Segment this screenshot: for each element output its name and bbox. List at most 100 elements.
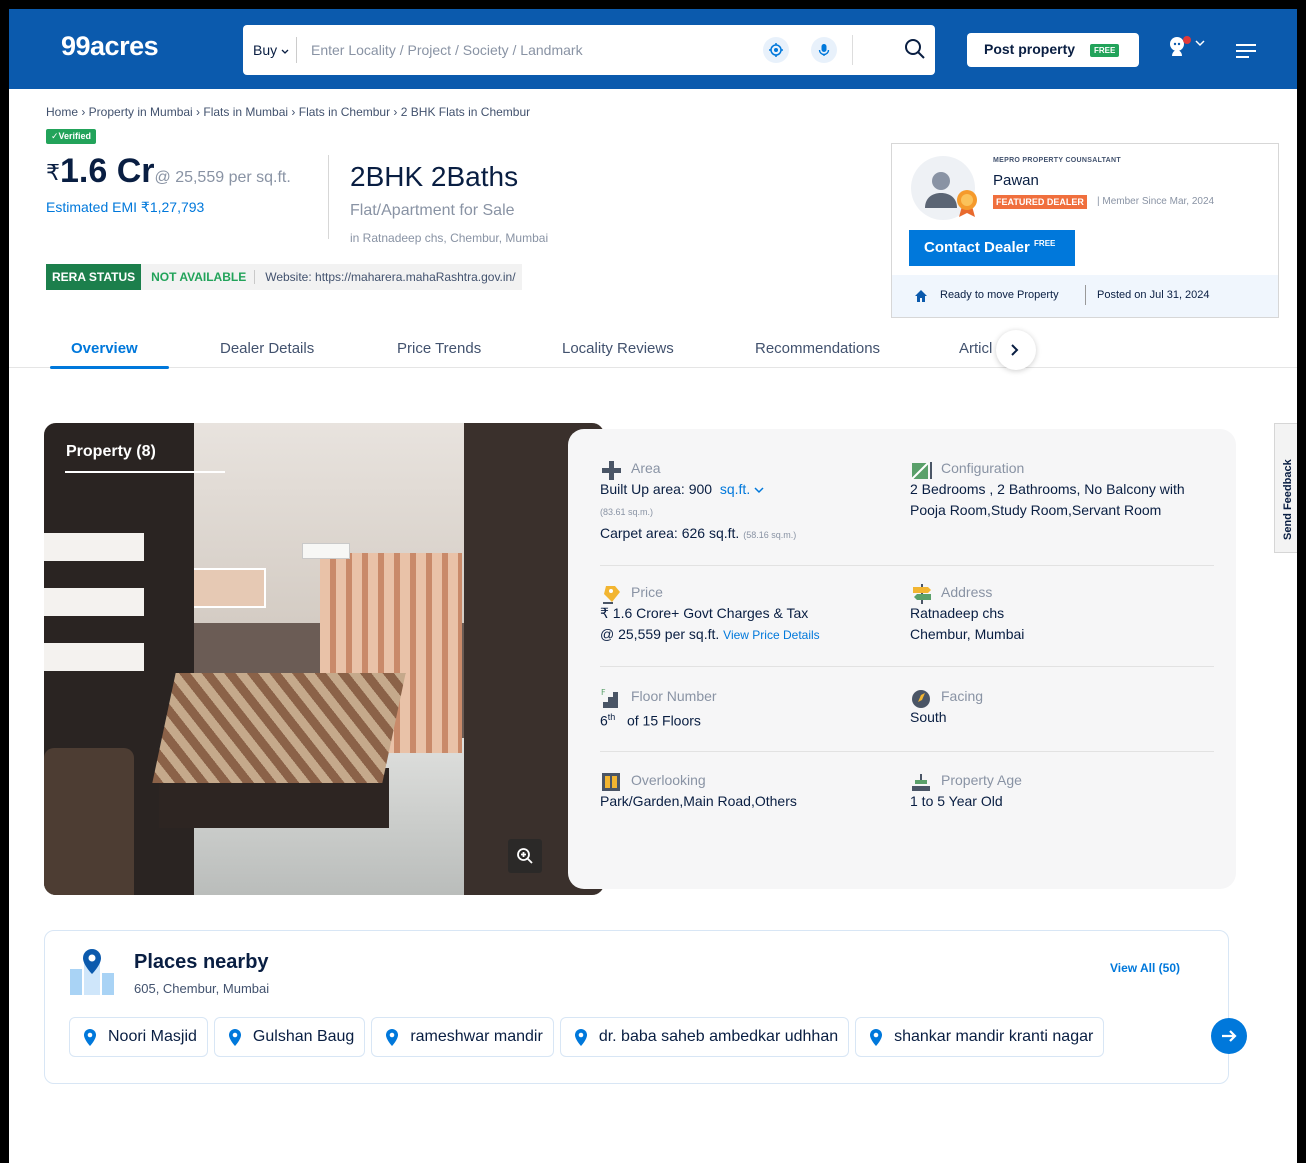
view-all-places-link[interactable]: View All (50) bbox=[1110, 961, 1180, 975]
dealer-card-footer: Ready to move Property Posted on Jul 31,… bbox=[892, 275, 1278, 317]
area-heading: Area bbox=[631, 460, 661, 476]
nearby-place-chip[interactable]: shankar mandir kranti nagar bbox=[855, 1017, 1105, 1057]
divider bbox=[852, 35, 853, 65]
configuration-heading: Configuration bbox=[941, 460, 1025, 476]
dealer-name[interactable]: Pawan bbox=[993, 172, 1039, 189]
floor-suffix: th bbox=[607, 712, 616, 722]
chevron-down-icon[interactable] bbox=[1195, 40, 1205, 47]
price-heading: Price bbox=[631, 584, 663, 600]
medal-icon bbox=[957, 190, 977, 217]
location-pin-icon bbox=[386, 1029, 399, 1046]
tab-recommendations[interactable]: Recommendations bbox=[755, 340, 880, 357]
tab-locality-reviews[interactable]: Locality Reviews bbox=[562, 340, 674, 357]
photo-stripe bbox=[44, 643, 144, 671]
estimated-emi-link[interactable]: Estimated EMI ₹1,27,793 bbox=[46, 199, 204, 216]
overlooking-cell: Overlooking Park/Garden,Main Road,Others bbox=[600, 770, 890, 812]
tab-articles[interactable]: Articl bbox=[959, 340, 992, 357]
nearby-place-label: Noori Masjid bbox=[108, 1028, 197, 1045]
divider bbox=[600, 565, 1214, 566]
contact-dealer-button[interactable]: Contact Dealer FREE bbox=[909, 230, 1075, 266]
price-detail: ₹ 1.6 Crore+ Govt Charges & Tax bbox=[600, 605, 809, 621]
free-badge: FREE bbox=[1034, 239, 1056, 248]
address-line2: Chembur, Mumbai bbox=[910, 626, 1025, 642]
section-tabs: Overview Dealer Details Price Trends Loc… bbox=[9, 324, 1297, 370]
gallery-title: Property (8) bbox=[66, 443, 156, 460]
tab-dealer-details[interactable]: Dealer Details bbox=[220, 340, 314, 357]
page: 99acres Buy Post property FREE Home › Pro… bbox=[0, 0, 1306, 1163]
send-feedback-tab[interactable]: Send Feedback bbox=[1274, 423, 1297, 553]
voice-search-button[interactable] bbox=[811, 37, 837, 63]
area-cell: Area Built Up area: 900 sq.ft. (83.61 sq… bbox=[600, 458, 890, 546]
area-icon bbox=[602, 461, 621, 480]
search-bar: Buy bbox=[243, 25, 935, 75]
divider bbox=[600, 751, 1214, 752]
rera-value: NOT AVAILABLE bbox=[151, 270, 247, 284]
floor-number: 6 bbox=[600, 712, 608, 729]
floor-total: of 15 Floors bbox=[626, 712, 701, 729]
zoom-in-icon bbox=[517, 848, 533, 864]
verified-badge: ✓Verified bbox=[46, 129, 97, 144]
location-pin-icon bbox=[870, 1029, 883, 1046]
featured-dealer-badge: FEATURED DEALER bbox=[993, 195, 1087, 209]
price-cell: Price ₹ 1.6 Crore+ Govt Charges & Tax @ … bbox=[600, 582, 890, 646]
floor-cell: F Floor Number 6th of 15 Floors bbox=[600, 686, 890, 732]
photo-stripe bbox=[44, 588, 144, 616]
facing-value: South bbox=[910, 709, 947, 725]
rupee-symbol: ₹ bbox=[46, 160, 60, 185]
city-location-icon bbox=[70, 949, 114, 995]
location-pin-icon bbox=[574, 1029, 587, 1046]
price-per-sqft: @ 25,559 per sq.ft. bbox=[154, 169, 291, 186]
tab-price-trends[interactable]: Price Trends bbox=[397, 340, 481, 357]
breadcrumb[interactable]: Home › Property in Mumbai › Flats in Mum… bbox=[46, 105, 530, 119]
nearby-places-list: Noori Masjid Gulshan Baug rameshwar mandir… bbox=[69, 1017, 1219, 1057]
location-pin-icon bbox=[228, 1029, 241, 1046]
nearby-place-chip[interactable]: dr. baba saheb ambedkar udhhan bbox=[559, 1017, 850, 1057]
tabs-next-button[interactable] bbox=[996, 330, 1036, 370]
built-up-sqm: (83.61 sq.m.) bbox=[600, 507, 654, 517]
signpost-icon bbox=[913, 584, 931, 604]
price-per-sqft-detail: @ 25,559 per sq.ft. bbox=[600, 626, 720, 642]
nearby-place-label: Gulshan Baug bbox=[252, 1028, 355, 1045]
facing-cell: Facing South bbox=[910, 686, 1210, 728]
chevron-right-icon bbox=[1011, 344, 1019, 356]
tab-overview[interactable]: Overview bbox=[71, 340, 138, 357]
floor-heading: Floor Number bbox=[631, 688, 717, 704]
rera-website: Website: https://maharera.mahaRashtra.go… bbox=[254, 270, 516, 284]
photo-ac bbox=[302, 543, 350, 559]
active-tab-indicator bbox=[50, 366, 169, 369]
location-pin-icon bbox=[84, 1029, 96, 1046]
view-price-details-link[interactable]: View Price Details bbox=[723, 628, 819, 642]
compass-icon bbox=[912, 690, 930, 708]
posted-date: Posted on Jul 31, 2024 bbox=[1097, 289, 1210, 301]
nearby-place-chip[interactable]: Noori Masjid bbox=[69, 1017, 208, 1057]
divider bbox=[600, 666, 1214, 667]
hamburger-menu-icon[interactable] bbox=[1235, 43, 1257, 59]
search-input[interactable] bbox=[311, 36, 751, 64]
places-next-button[interactable] bbox=[1211, 1018, 1247, 1054]
configuration-value: 2 Bedrooms , 2 Bathrooms, No Balcony wit… bbox=[910, 481, 1185, 518]
property-photo-gallery[interactable]: Property (8) bbox=[44, 423, 604, 895]
nearby-place-chip[interactable]: Gulshan Baug bbox=[213, 1017, 366, 1057]
buy-dropdown[interactable]: Buy bbox=[253, 42, 289, 58]
notification-dot bbox=[1183, 36, 1191, 44]
carpet-sqm: (58.16 sq.m.) bbox=[743, 530, 797, 540]
photo-chair bbox=[44, 748, 134, 895]
nearby-place-label: shankar mandir kranti nagar bbox=[894, 1028, 1094, 1045]
nearby-place-label: rameshwar mandir bbox=[410, 1028, 543, 1045]
configuration-icon bbox=[911, 462, 932, 480]
property-age-heading: Property Age bbox=[941, 772, 1022, 788]
logo[interactable]: 99acres bbox=[61, 31, 159, 62]
property-age-cell: Property Age 1 to 5 Year Old bbox=[910, 770, 1210, 812]
zoom-button[interactable] bbox=[508, 839, 542, 873]
rera-status: RERA STATUS NOT AVAILABLE Website: https:/… bbox=[46, 264, 522, 290]
microphone-icon bbox=[818, 44, 830, 56]
rera-label: RERA STATUS bbox=[46, 264, 142, 290]
locate-me-button[interactable] bbox=[763, 37, 789, 63]
nearby-place-chip[interactable]: rameshwar mandir bbox=[371, 1017, 554, 1057]
gallery-title-underline bbox=[65, 471, 225, 473]
area-unit-dropdown[interactable]: sq.ft. bbox=[720, 481, 764, 497]
search-icon[interactable] bbox=[903, 37, 927, 61]
address-heading: Address bbox=[941, 584, 993, 600]
post-property-button[interactable]: Post property FREE bbox=[967, 33, 1139, 67]
property-config: 2BHK 2Baths bbox=[350, 161, 519, 192]
